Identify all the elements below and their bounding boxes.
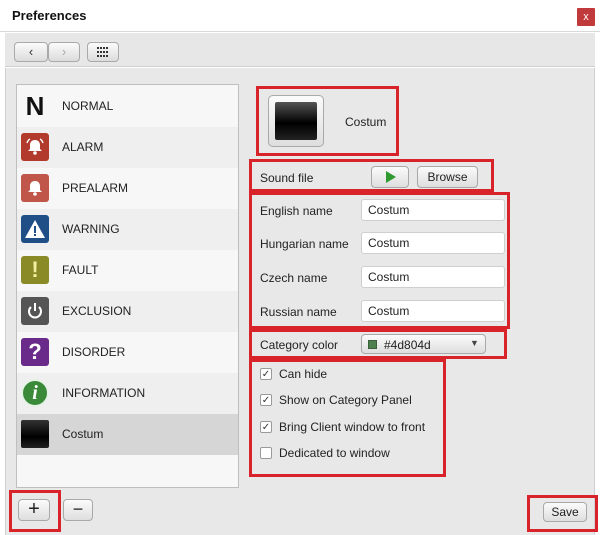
list-item-label: NORMAL bbox=[62, 99, 114, 113]
bring-to-front-checkbox[interactable]: ✓ bbox=[260, 421, 272, 433]
back-button[interactable]: ‹ bbox=[14, 42, 48, 62]
play-sound-button[interactable] bbox=[371, 166, 409, 188]
list-item-costum[interactable]: Costum bbox=[17, 414, 238, 455]
chevron-right-icon: › bbox=[61, 44, 67, 59]
add-category-button[interactable]: + bbox=[18, 499, 50, 521]
save-button[interactable]: Save bbox=[543, 502, 587, 522]
close-button[interactable]: x bbox=[577, 8, 595, 26]
browse-button[interactable]: Browse bbox=[417, 166, 478, 188]
preview-name: Costum bbox=[345, 115, 387, 129]
list-item-label: PREALARM bbox=[62, 181, 129, 195]
grid-menu-button[interactable] bbox=[87, 42, 119, 62]
dedicated-window-checkbox[interactable] bbox=[260, 447, 272, 459]
list-item-label: Costum bbox=[62, 427, 104, 441]
english-name-field[interactable]: Costum bbox=[361, 199, 505, 221]
category-color-label: Category color bbox=[260, 338, 339, 352]
show-on-panel-label: Show on Category Panel bbox=[279, 393, 412, 407]
category-color-picker[interactable]: #4d804d ▼ bbox=[361, 334, 486, 354]
list-item-information[interactable]: i INFORMATION bbox=[17, 373, 238, 414]
chevron-left-icon: ‹ bbox=[28, 44, 34, 59]
fault-exclamation-icon: ! bbox=[21, 256, 49, 284]
play-icon bbox=[386, 171, 396, 183]
forward-button[interactable]: › bbox=[48, 42, 80, 62]
list-item-fault[interactable]: ! FAULT bbox=[17, 250, 238, 291]
normal-icon: N bbox=[25, 90, 45, 121]
list-item-warning[interactable]: WARNING bbox=[17, 209, 238, 250]
russian-name-label: Russian name bbox=[260, 305, 337, 319]
list-item-exclusion[interactable]: EXCLUSION bbox=[17, 291, 238, 332]
list-item-label: ALARM bbox=[62, 140, 104, 154]
window-titlebar bbox=[0, 0, 600, 32]
can-hide-checkbox[interactable]: ✓ bbox=[260, 368, 272, 380]
czech-name-field[interactable]: Costum bbox=[361, 266, 505, 288]
hungarian-name-field[interactable]: Costum bbox=[361, 232, 505, 254]
can-hide-label: Can hide bbox=[279, 367, 328, 381]
list-item-label: FAULT bbox=[62, 263, 99, 277]
list-item-label: INFORMATION bbox=[62, 386, 146, 400]
dropdown-arrow-icon: ▼ bbox=[470, 338, 479, 348]
custom-black-icon bbox=[21, 420, 49, 448]
color-swatch bbox=[368, 340, 377, 349]
remove-category-button[interactable]: − bbox=[63, 499, 93, 521]
grid-icon bbox=[97, 47, 108, 57]
sound-file-label: Sound file bbox=[260, 171, 314, 185]
list-item-label: EXCLUSION bbox=[62, 304, 132, 318]
titlebar-divider bbox=[0, 31, 600, 32]
english-name-label: English name bbox=[260, 204, 333, 218]
window-title: Preferences bbox=[12, 8, 87, 23]
czech-name-label: Czech name bbox=[260, 271, 328, 285]
russian-name-field[interactable]: Costum bbox=[361, 300, 505, 322]
warning-triangle-icon bbox=[21, 215, 49, 243]
info-icon: i bbox=[21, 379, 49, 407]
custom-black-icon bbox=[275, 102, 317, 140]
bring-to-front-label: Bring Client window to front bbox=[279, 420, 426, 434]
show-on-panel-checkbox[interactable]: ✓ bbox=[260, 394, 272, 406]
prealarm-bell-icon bbox=[21, 174, 49, 202]
list-item-prealarm[interactable]: PREALARM bbox=[17, 168, 238, 209]
power-icon bbox=[21, 297, 49, 325]
question-icon: ? bbox=[21, 338, 49, 366]
color-value: #4d804d bbox=[384, 338, 431, 352]
hungarian-name-label: Hungarian name bbox=[260, 237, 349, 251]
list-item-alarm[interactable]: ALARM bbox=[17, 127, 238, 168]
list-item-normal[interactable]: N NORMAL bbox=[17, 86, 238, 127]
list-item-label: WARNING bbox=[62, 222, 120, 236]
alarm-bell-icon bbox=[21, 133, 49, 161]
list-item-disorder[interactable]: ? DISORDER bbox=[17, 332, 238, 373]
dedicated-window-label: Dedicated to window bbox=[279, 446, 390, 460]
preview-swatch-button[interactable] bbox=[268, 95, 324, 147]
list-item-label: DISORDER bbox=[62, 345, 126, 359]
